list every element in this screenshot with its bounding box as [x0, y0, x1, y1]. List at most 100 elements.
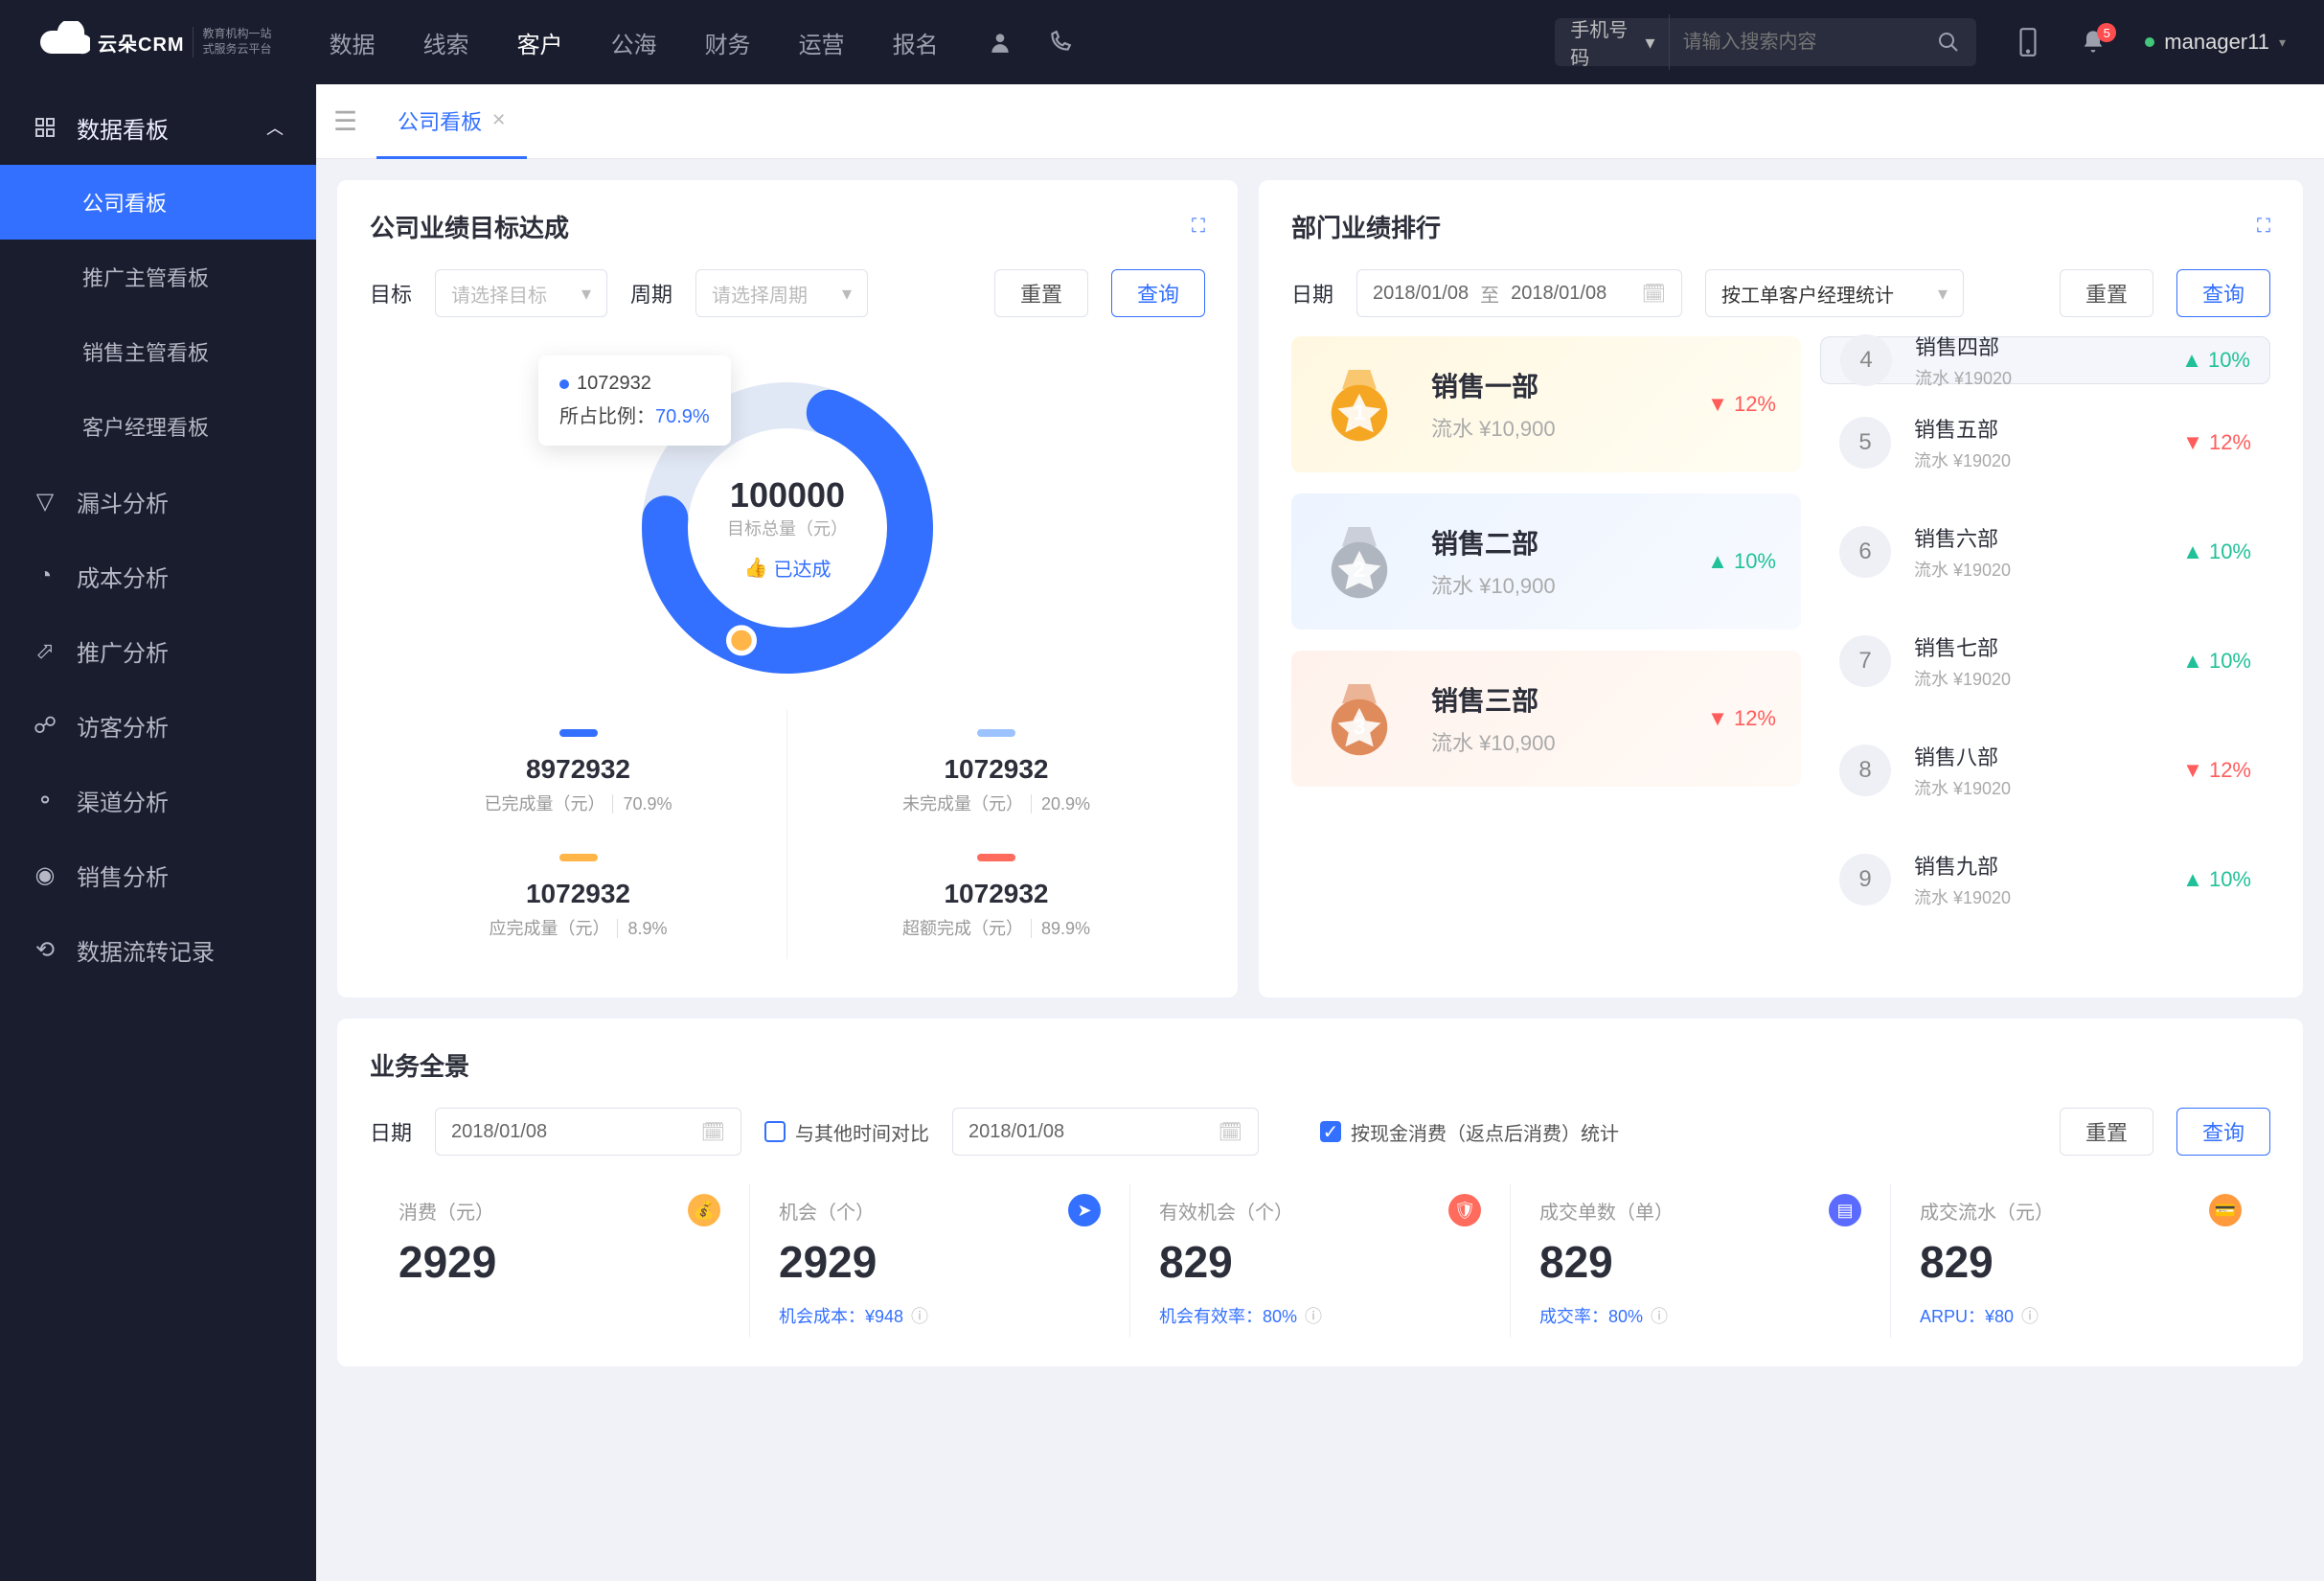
rank-list-item[interactable]: 6销售六部流水 ¥19020▲ 10% — [1820, 501, 2270, 603]
topnav-item[interactable]: 客户 — [517, 26, 563, 59]
select-target[interactable]: 请选择目标▾ — [435, 269, 607, 317]
expand-icon[interactable]: ⛶ — [1192, 216, 1205, 238]
user-icon[interactable] — [987, 29, 1014, 56]
sidebar-item[interactable]: ⬀推广分析 — [0, 613, 316, 688]
rank-list-item[interactable]: 8销售八部流水 ¥19020▼ 12% — [1820, 720, 2270, 821]
rank-list-item[interactable]: 4销售四部流水 ¥19020▲ 10% — [1820, 336, 2270, 384]
sidebar-item[interactable]: ⟲数据流转记录 — [0, 912, 316, 987]
help-icon[interactable]: ⓘ — [1651, 1303, 1668, 1328]
chart-tooltip: 1072932 所占比例：70.9% — [538, 355, 731, 446]
help-icon[interactable]: ⓘ — [911, 1303, 928, 1328]
search-input[interactable] — [1683, 32, 1937, 54]
sidebar-item[interactable]: ◉销售分析 — [0, 837, 316, 912]
date-range-input[interactable]: 2018/01/08至2018/01/08🗓 — [1356, 269, 1682, 317]
help-icon[interactable]: ⓘ — [1305, 1303, 1322, 1328]
menu-toggle-icon[interactable]: ☰ — [333, 105, 357, 137]
card-goal: 公司业绩目标达成 ⛶ 目标 请选择目标▾ 周期 请选择周期▾ 重置 查询 — [337, 180, 1238, 997]
thumbs-up-icon: 👍 — [744, 556, 768, 580]
query-button[interactable]: 查询 — [1111, 269, 1205, 317]
topnav-item[interactable]: 公海 — [611, 26, 657, 59]
phone-icon[interactable] — [1046, 29, 1073, 56]
sidebar-item[interactable]: ◔成本分析 — [0, 538, 316, 613]
topnav-item[interactable]: 运营 — [799, 26, 845, 59]
topnav: 数据 线索 客户 公海 财务 运营 报名 — [330, 26, 939, 59]
search-type-select[interactable]: 手机号码▾ — [1570, 14, 1669, 70]
sidebar-item[interactable]: 推广主管看板 — [0, 240, 316, 314]
card-rank: 部门业绩排行⛶ 日期 2018/01/08至2018/01/08🗓 按工单客户经… — [1259, 180, 2303, 997]
search-icon[interactable] — [1937, 29, 1962, 56]
cash-checkbox[interactable]: ✓按现金消费（返点后消费）统计 — [1320, 1118, 1619, 1146]
chevron-up-icon: ︿ — [266, 115, 284, 140]
rank-list-item[interactable]: 9销售九部流水 ¥19020▲ 10% — [1820, 829, 2270, 930]
nav-icon: ◉ — [33, 862, 57, 887]
device-icon[interactable] — [2015, 29, 2041, 56]
label-date: 日期 — [370, 1116, 412, 1147]
logo-sub: 教育机构一站式服务云平台 — [193, 27, 272, 57]
reset-button[interactable]: 重置 — [994, 269, 1088, 317]
nav-icon: ⟲ — [33, 937, 57, 962]
svg-text:3: 3 — [1354, 715, 1366, 739]
reset-button[interactable]: 重置 — [2060, 1108, 2153, 1156]
rank-top-item[interactable]: 1销售一部流水 ¥10,900▼ 12% — [1291, 336, 1801, 472]
notif-badge: 5 — [2097, 23, 2116, 42]
calendar-icon: 🗓 — [701, 1120, 725, 1144]
nav-icon: ⬀ — [33, 638, 57, 663]
card-overview: 业务全景 日期 2018/01/08🗓 与其他时间对比 2018/01/08🗓 … — [337, 1019, 2303, 1366]
status-dot — [2145, 37, 2154, 47]
logo: 云朵CRM 教育机构一站式服务云平台 — [38, 21, 272, 63]
topnav-item[interactable]: 财务 — [705, 26, 751, 59]
date-input-1[interactable]: 2018/01/08🗓 — [435, 1108, 741, 1156]
expand-icon[interactable]: ⛶ — [2257, 216, 2270, 238]
kpi-item: 成交单数（单）▤829成交率：80% ⓘ — [1511, 1184, 1891, 1338]
svg-text:1: 1 — [1354, 401, 1366, 424]
query-button[interactable]: 查询 — [2176, 269, 2270, 317]
topnav-item[interactable]: 数据 — [330, 26, 376, 59]
rank-list-item[interactable]: 7销售七部流水 ¥19020▲ 10% — [1820, 610, 2270, 712]
topnav-item[interactable]: 线索 — [423, 26, 469, 59]
kpi-item: 机会（个）➤2929机会成本：¥948 ⓘ — [750, 1184, 1130, 1338]
bell-icon[interactable]: 5 — [2080, 29, 2107, 56]
rank-top-item[interactable]: 3销售三部流水 ¥10,900▼ 12% — [1291, 651, 1801, 787]
sidebar-group-dashboard[interactable]: 数据看板 ︿ — [0, 90, 316, 165]
card-title: 公司业绩目标达成 — [370, 209, 569, 244]
sidebar-item[interactable]: 客户经理看板 — [0, 389, 316, 464]
close-icon[interactable]: ✕ — [491, 110, 506, 130]
sidebar-item[interactable]: ▽漏斗分析 — [0, 464, 316, 538]
kpi-item: 消费（元）💰2929 — [370, 1184, 750, 1338]
kpi-item: 有效机会（个）🛡829机会有效率：80% ⓘ — [1130, 1184, 1511, 1338]
sidebar-item[interactable]: 公司看板 — [0, 165, 316, 240]
nav-icon: ◔ — [33, 563, 57, 588]
select-stat-type[interactable]: 按工单客户经理统计▾ — [1705, 269, 1964, 317]
label-target: 目标 — [370, 278, 412, 309]
kpi-item: 成交流水（元）💳829ARPU：¥80 ⓘ — [1891, 1184, 2270, 1338]
calendar-icon: 🗓 — [1642, 282, 1666, 306]
logo-icon — [38, 21, 90, 63]
query-button[interactable]: 查询 — [2176, 1108, 2270, 1156]
topnav-item[interactable]: 报名 — [893, 26, 939, 59]
kpi-icon: ▤ — [1829, 1194, 1861, 1226]
rank-list-item[interactable]: 5销售五部流水 ¥19020▼ 12% — [1820, 392, 2270, 493]
reset-button[interactable]: 重置 — [2060, 269, 2153, 317]
stat-item: 8972932已完成量（元）70.9% — [370, 710, 787, 835]
sidebar-item[interactable]: ☍访客分析 — [0, 688, 316, 763]
nav-icon: ☍ — [33, 713, 57, 738]
logo-text: 云朵CRM — [98, 29, 185, 57]
svg-text:2: 2 — [1354, 558, 1366, 582]
donut-chart: 100000 目标总量（元） 👍已达成 1072932 所占比例：70.9% — [634, 375, 941, 681]
achieved-badge: 👍已达成 — [744, 554, 832, 582]
help-icon[interactable]: ⓘ — [2021, 1303, 2039, 1328]
card-title: 业务全景 — [370, 1047, 469, 1083]
compare-checkbox[interactable]: 与其他时间对比 — [764, 1118, 929, 1146]
sidebar-item[interactable]: 销售主管看板 — [0, 314, 316, 389]
label-period: 周期 — [630, 278, 672, 309]
rank-top-item[interactable]: 2销售二部流水 ¥10,900▲ 10% — [1291, 493, 1801, 630]
select-period[interactable]: 请选择周期▾ — [695, 269, 868, 317]
card-title: 部门业绩排行 — [1291, 209, 1441, 244]
kpi-icon: 💳 — [2209, 1194, 2242, 1226]
tab-company-board[interactable]: 公司看板✕ — [376, 85, 527, 159]
dashboard-icon — [33, 115, 57, 140]
sidebar-item[interactable]: ⚬渠道分析 — [0, 763, 316, 837]
search-box[interactable]: 手机号码▾ — [1555, 18, 1976, 66]
date-input-2[interactable]: 2018/01/08🗓 — [952, 1108, 1259, 1156]
user-menu[interactable]: manager11▾ — [2145, 30, 2286, 55]
